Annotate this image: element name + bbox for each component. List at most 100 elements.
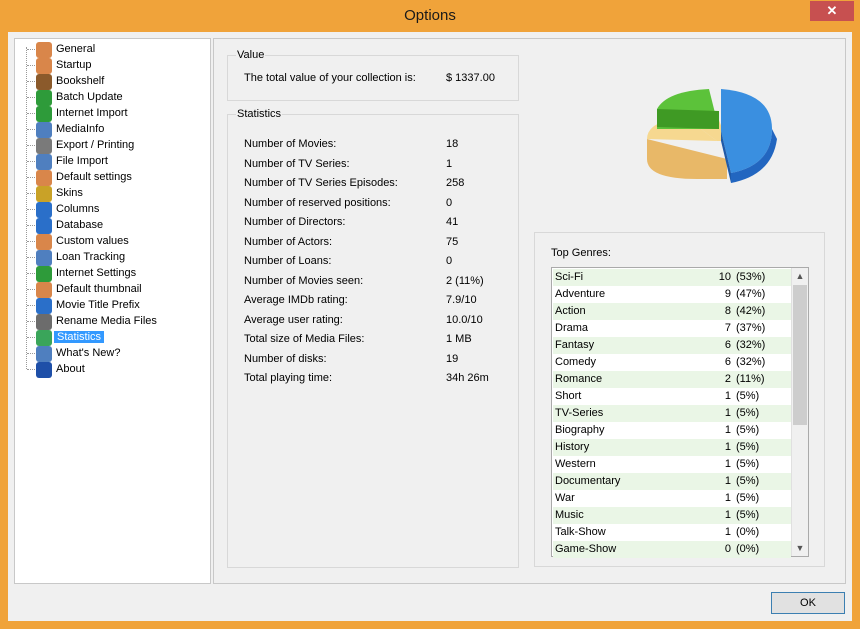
tree-item-mediainfo[interactable]: MediaInfo: [15, 122, 210, 138]
tree-item-statistics[interactable]: Statistics: [15, 330, 210, 346]
genre-count: 1: [724, 441, 731, 453]
statistics-panel: Value The total value of your collection…: [213, 38, 846, 584]
tree-item-general[interactable]: General: [15, 42, 210, 58]
genre-count: 1: [724, 458, 731, 470]
genres-list[interactable]: Sci-Fi 10 (53%) Adventure 9 (47%) Action 8 (42%)…: [551, 267, 809, 558]
tree-connector: [27, 337, 35, 338]
tree-item-startup[interactable]: Startup: [15, 58, 210, 74]
genre-percent: (47%): [736, 288, 766, 300]
genre-count: 6: [724, 339, 731, 351]
tree-item-bookshelf[interactable]: Bookshelf: [15, 74, 210, 90]
genre-row[interactable]: Fantasy 6 (32%): [553, 337, 791, 354]
stat-value: 19: [446, 352, 459, 365]
options-window: Options ✕ General Startup Bookshelf Batch U…: [0, 0, 860, 629]
tree-item-label: Export / Printing: [56, 139, 135, 151]
tree-item-label: Default settings: [56, 171, 132, 183]
gear-icon: [36, 346, 52, 362]
genre-count: 0: [724, 543, 731, 555]
genre-percent: (42%): [736, 305, 766, 317]
person-icon: [36, 234, 52, 250]
stat-value: 1: [446, 157, 453, 170]
genre-row[interactable]: Adventure 9 (47%): [553, 286, 791, 303]
tree-item-movie-title-prefix[interactable]: Movie Title Prefix: [15, 298, 210, 314]
windows-icon: [36, 298, 52, 314]
top-genres-title: Top Genres:: [551, 247, 611, 259]
stat-value: 1 MB: [446, 333, 472, 345]
tree-item-custom-values[interactable]: Custom values: [15, 234, 210, 250]
tree-connector: [27, 49, 35, 50]
genre-percent: (53%): [736, 271, 766, 283]
genre-row[interactable]: History 1 (5%): [553, 439, 791, 456]
genre-count: 1: [724, 509, 731, 521]
genre-count: 10: [718, 271, 731, 283]
tree-item-columns[interactable]: Columns: [15, 202, 210, 218]
genre-row[interactable]: Music 1 (5%): [553, 507, 791, 524]
tree-item-about[interactable]: About: [15, 362, 210, 378]
tree-item-label: General: [56, 43, 96, 55]
genre-row[interactable]: Romance 2 (11%): [553, 371, 791, 388]
stat-label: Number of Movies seen:: [244, 274, 364, 287]
tree-item-skins[interactable]: Skins: [15, 186, 210, 202]
genre-row[interactable]: Documentary 1 (5%): [553, 473, 791, 490]
ok-button[interactable]: OK: [771, 592, 845, 614]
tree-item-label: Custom values: [56, 235, 129, 247]
tree-item-batch-update[interactable]: Batch Update: [15, 90, 210, 106]
scroll-down-arrow-icon[interactable]: ▼: [792, 540, 808, 556]
value-amount: $ 1337.00: [446, 72, 495, 84]
genre-row[interactable]: Biography 1 (5%): [553, 422, 791, 439]
tree-item-internet-import[interactable]: Internet Import: [15, 106, 210, 122]
tree-item-default-thumbnail[interactable]: Default thumbnail: [15, 282, 210, 298]
genre-row[interactable]: Talk-Show 1 (0%): [553, 524, 791, 541]
bookshelf-icon: [36, 74, 52, 90]
tree-item-what-s-new[interactable]: What's New?: [15, 346, 210, 362]
genres-scrollbar[interactable]: ▲ ▼: [791, 268, 808, 556]
stat-label: Number of TV Series:: [244, 157, 350, 170]
genre-name: Sci-Fi: [555, 271, 584, 283]
scroll-up-arrow-icon[interactable]: ▲: [792, 268, 808, 284]
tree-item-default-settings[interactable]: Default settings: [15, 170, 210, 186]
tree-item-database[interactable]: Database: [15, 218, 210, 234]
genre-row[interactable]: Action 8 (42%): [553, 303, 791, 320]
genre-row[interactable]: TV-Series 1 (5%): [553, 405, 791, 422]
tree-item-label: Internet Import: [56, 107, 128, 119]
stat-value: 7.9/10: [446, 294, 477, 306]
person-icon: [36, 58, 52, 74]
genre-count: 1: [724, 492, 731, 504]
title-bar[interactable]: Options ✕: [0, 0, 860, 32]
close-button[interactable]: ✕: [810, 1, 854, 21]
tree-item-label: What's New?: [56, 347, 121, 359]
stat-label: Total size of Media Files:: [244, 333, 365, 345]
genre-row[interactable]: Comedy 6 (32%): [553, 354, 791, 371]
tree-item-internet-settings[interactable]: Internet Settings: [15, 266, 210, 282]
tree-connector: [27, 273, 35, 274]
genre-name: TV-Series: [555, 407, 604, 419]
tree-item-export-printing[interactable]: Export / Printing: [15, 138, 210, 154]
genre-row[interactable]: Western 1 (5%): [553, 456, 791, 473]
genre-name: Fantasy: [555, 339, 595, 351]
genre-row[interactable]: Short 1 (5%): [553, 388, 791, 405]
tree-item-file-import[interactable]: File Import: [15, 154, 210, 170]
tree-item-rename-media-files[interactable]: Rename Media Files: [15, 314, 210, 330]
stat-label: Number of reserved positions:: [244, 196, 391, 209]
genre-count: 1: [724, 475, 731, 487]
genre-row[interactable]: War 1 (5%): [553, 490, 791, 507]
tree-item-label: Rename Media Files: [56, 315, 157, 327]
genre-count: 2: [724, 373, 731, 385]
stat-label: Total playing time:: [244, 372, 333, 384]
tree-connector: [27, 65, 35, 66]
stat-label: Number of Directors:: [244, 216, 346, 228]
genre-percent: (5%): [736, 424, 760, 436]
tree-connector: [27, 289, 35, 290]
genre-name: Talk-Show: [555, 526, 606, 538]
printer-icon: [36, 138, 52, 154]
genre-row[interactable]: Drama 7 (37%): [553, 320, 791, 337]
genre-row[interactable]: Sci-Fi 10 (53%): [553, 269, 791, 286]
tree-item-label: Database: [56, 219, 104, 231]
genre-percent: (32%): [736, 356, 766, 368]
windows-icon: [36, 202, 52, 218]
window-title: Options: [404, 7, 456, 24]
tree-item-loan-tracking[interactable]: Loan Tracking: [15, 250, 210, 266]
genre-row[interactable]: Game-Show 0 (0%): [553, 541, 791, 558]
tree-item-label: Bookshelf: [56, 75, 105, 87]
scroll-thumb[interactable]: [793, 285, 807, 425]
